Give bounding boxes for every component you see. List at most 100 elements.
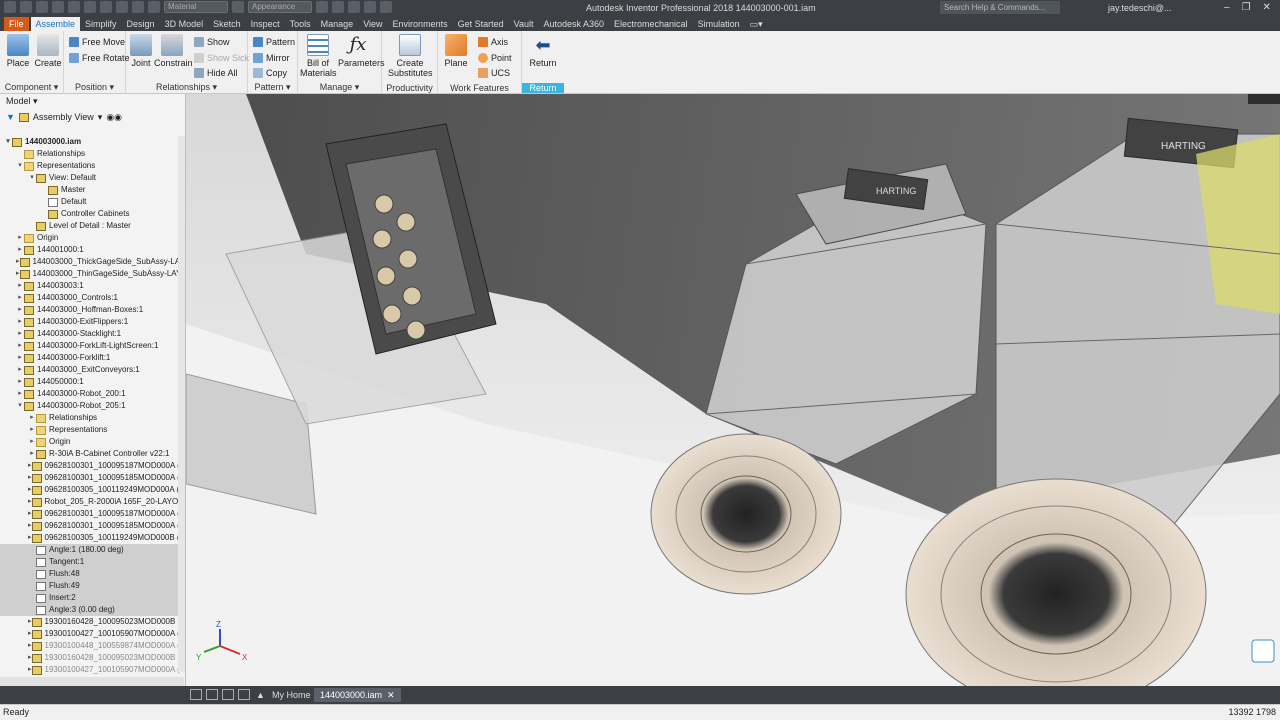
expand-node-icon[interactable]: ▸: [28, 448, 36, 460]
expand-node-icon[interactable]: ▸: [16, 232, 24, 244]
tree-node[interactable]: Tangent:1: [0, 556, 184, 568]
tree-node[interactable]: ▸ 144003000_Hoffman-Boxes:1: [0, 304, 184, 316]
panel-relationships-label[interactable]: Relationships ▾: [126, 82, 247, 93]
app-menu-icon[interactable]: [4, 1, 16, 13]
tree-node[interactable]: ▸ Robot_205_R-2000iA 165F_20-LAYOUT:1: [0, 496, 184, 508]
open-file-icon[interactable]: [36, 1, 48, 13]
collapse-node-icon[interactable]: ▾: [4, 136, 12, 148]
tree-node[interactable]: ▸ 144003000-ExitFlippers:1: [0, 316, 184, 328]
tree-node[interactable]: ▸ Origin: [0, 232, 184, 244]
browser-vertical-scrollbar[interactable]: [178, 136, 185, 672]
free-move-button[interactable]: Free Move: [69, 35, 125, 49]
tree-node[interactable]: ▸ 19300100448_100559874MOD000A (AS: [0, 640, 184, 652]
tree-node[interactable]: ▸19300100427_100105907MOD000A (RP1-R: [0, 628, 184, 640]
tree-node[interactable]: ▸09628100301_100095185MOD000A (RP1-3: [0, 520, 184, 532]
user-account[interactable]: jay.tedeschi@...: [1108, 3, 1172, 13]
tree-node[interactable]: ▾ Representations: [0, 160, 184, 172]
bill-of-materials-button[interactable]: Bill of Materials: [300, 34, 337, 78]
tree-node[interactable]: ▸ R-30iA B-Cabinet Controller v22:1: [0, 448, 184, 460]
tree-node[interactable]: ▸09628100301_100095185MOD000A (RP1-3: [0, 472, 184, 484]
tree-node[interactable]: ▸09628100305_100119249MOD000B (AS1-3: [0, 532, 184, 544]
expand-node-icon[interactable]: ▸: [16, 388, 24, 400]
expand-node-icon[interactable]: ▸: [28, 436, 36, 448]
show-sick-button[interactable]: Show Sick: [194, 51, 249, 65]
appearance-icon[interactable]: [232, 1, 244, 13]
tab-inspect[interactable]: Inspect: [246, 17, 285, 31]
expand-node-icon[interactable]: ▸: [16, 364, 24, 376]
tree-node[interactable]: Master: [0, 184, 184, 196]
expand-node-icon[interactable]: ▸: [16, 280, 24, 292]
undo-icon[interactable]: [68, 1, 80, 13]
constrain-button[interactable]: Constrain: [154, 34, 193, 68]
point-button[interactable]: Point: [478, 51, 512, 65]
tab-simplify[interactable]: Simplify: [80, 17, 122, 31]
close-doc-icon[interactable]: ✕: [385, 690, 395, 700]
tab-autodesk-a360[interactable]: Autodesk A360: [538, 17, 609, 31]
maximize-icon[interactable]: ❐: [1242, 2, 1251, 13]
fx-icon[interactable]: [364, 1, 376, 13]
help-search-input[interactable]: Search Help & Commands...: [940, 1, 1060, 14]
tree-node[interactable]: Flush:48: [0, 568, 184, 580]
tab-electromechanical[interactable]: Electromechanical: [609, 17, 693, 31]
find-binoculars-icon[interactable]: ◉◉: [106, 108, 122, 126]
viewport-window-controls[interactable]: [1248, 94, 1280, 104]
return-button[interactable]: ⬅ Return: [525, 34, 561, 68]
save-icon[interactable]: [52, 1, 64, 13]
tab-sketch[interactable]: Sketch: [208, 17, 246, 31]
redo-icon[interactable]: [84, 1, 96, 13]
clear-icon[interactable]: [332, 1, 344, 13]
panel-component-label[interactable]: Component ▾: [0, 82, 63, 93]
panel-pattern-label[interactable]: Pattern ▾: [248, 82, 297, 93]
tree-node[interactable]: ▾ 144003000.iam: [0, 136, 184, 148]
panel-position-label[interactable]: Position ▾: [64, 82, 125, 93]
show-button[interactable]: Show: [194, 35, 230, 49]
tab-3d-model[interactable]: 3D Model: [160, 17, 209, 31]
expand-node-icon[interactable]: ▸: [28, 412, 36, 424]
tree-node[interactable]: ▸144003000_ThickGageSide_SubAssy-LAYOUT:…: [0, 256, 184, 268]
new-file-icon[interactable]: [20, 1, 32, 13]
expand-node-icon[interactable]: ▸: [16, 352, 24, 364]
browser-title[interactable]: Model ▾: [0, 94, 185, 108]
material-select[interactable]: Material: [164, 1, 228, 13]
tree-node[interactable]: ▾ View: Default: [0, 172, 184, 184]
collapse-node-icon[interactable]: ▾: [16, 160, 24, 172]
tab-assemble[interactable]: Assemble: [30, 17, 81, 31]
tree-node[interactable]: Level of Detail : Master: [0, 220, 184, 232]
tree-node[interactable]: ▸144003000_ThinGageSide_SubAssy-LAYOUT:1: [0, 268, 184, 280]
adjust-icon[interactable]: [316, 1, 328, 13]
tree-node[interactable]: Controller Cabinets: [0, 208, 184, 220]
collapse-node-icon[interactable]: ▾: [28, 172, 36, 184]
tree-node[interactable]: ▸ 19300160428_100095023MOD000B (RM: [0, 652, 184, 664]
collapse-node-icon[interactable]: ▾: [16, 400, 24, 412]
tree-node[interactable]: Flush:49: [0, 580, 184, 592]
tree-node[interactable]: ▸ Origin: [0, 436, 184, 448]
doc-tab-my-home[interactable]: My Home: [266, 688, 317, 702]
create-substitutes-button[interactable]: Create Substitutes: [388, 34, 433, 78]
axis-button[interactable]: Axis: [478, 35, 508, 49]
doc-tab-144003000[interactable]: 144003000.iam ✕: [314, 688, 401, 702]
ribbon-options-icon[interactable]: ▭▾: [745, 17, 768, 31]
copy-button[interactable]: Copy: [253, 66, 287, 80]
tree-node[interactable]: ▸ 144003003:1: [0, 280, 184, 292]
tree-node[interactable]: ▸09628100305_100119249MOD000A (AS1-3: [0, 484, 184, 496]
tree-node[interactable]: ▸ Representations: [0, 424, 184, 436]
tree-node[interactable]: ▸ 144050000:1: [0, 376, 184, 388]
browser-horizontal-scrollbar[interactable]: [0, 677, 184, 686]
expand-node-icon[interactable]: ▸: [16, 244, 24, 256]
navigation-bar-icon[interactable]: [1251, 639, 1275, 663]
cascade-windows-icon[interactable]: [206, 689, 218, 700]
connector-3d-model[interactable]: HARTING HARTING Z X Y: [186, 94, 1280, 686]
dropdown-chevron-icon[interactable]: ▾: [98, 108, 103, 126]
assembly-view-select[interactable]: Assembly View: [33, 108, 94, 126]
tab-view[interactable]: View: [358, 17, 387, 31]
expand-node-icon[interactable]: ▸: [16, 304, 24, 316]
expand-node-icon[interactable]: ▸: [16, 292, 24, 304]
measure-icon[interactable]: [348, 1, 360, 13]
expand-node-icon[interactable]: ▸: [16, 340, 24, 352]
properties-icon[interactable]: [148, 1, 160, 13]
tab-environments[interactable]: Environments: [388, 17, 453, 31]
tab-tools[interactable]: Tools: [285, 17, 316, 31]
select-icon[interactable]: [116, 1, 128, 13]
tree-node[interactable]: Angle:3 (0.00 deg): [0, 604, 184, 616]
expand-node-icon[interactable]: ▸: [28, 424, 36, 436]
